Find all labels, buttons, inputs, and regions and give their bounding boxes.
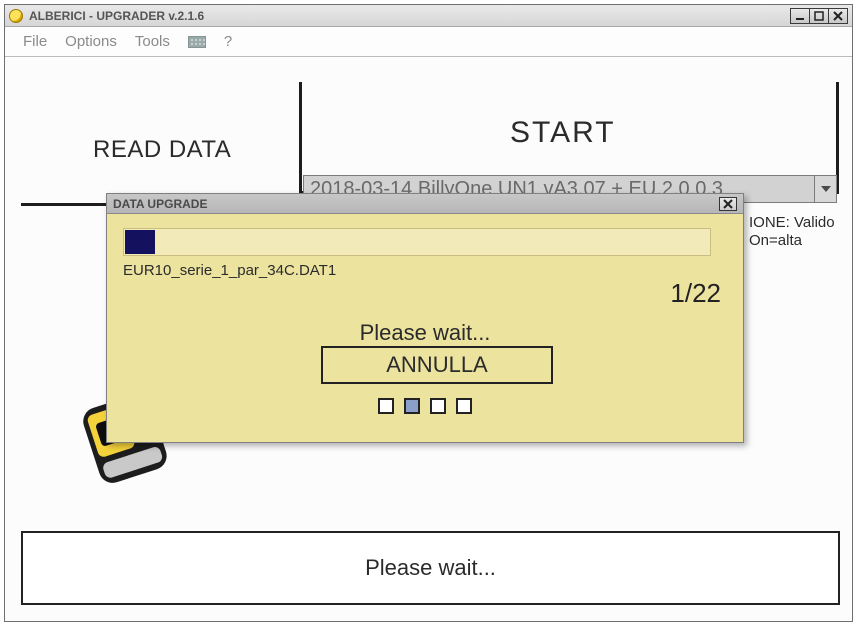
menu-file[interactable]: File (23, 33, 47, 50)
stage-indicators (107, 398, 743, 414)
dialog-title: DATA UPGRADE (113, 197, 719, 211)
bottom-status-text: Please wait... (365, 555, 496, 581)
step-counter: 1/22 (670, 278, 721, 309)
dialog-close-button[interactable] (719, 197, 737, 211)
progress-bar (123, 228, 711, 256)
status-line-2: On=alta (749, 232, 835, 250)
chevron-down-icon[interactable] (814, 176, 836, 202)
status-line-1: IONE: Valido (749, 214, 835, 232)
minimize-button[interactable] (790, 8, 810, 24)
bottom-status-panel: Please wait... (21, 531, 840, 605)
window-controls (791, 8, 848, 24)
stage-indicator-3 (430, 398, 446, 414)
menu-tools[interactable]: Tools (135, 33, 170, 50)
stage-indicator-4 (456, 398, 472, 414)
window-title: ALBERICI - UPGRADER v.2.1.6 (29, 9, 791, 23)
titlebar: ALBERICI - UPGRADER v.2.1.6 (5, 5, 852, 27)
please-wait-label: Please wait... (107, 320, 743, 346)
menubar: File Options Tools ? (5, 27, 852, 57)
start-button[interactable]: START (510, 116, 616, 150)
progress-fill (125, 230, 155, 254)
current-file-label: EUR10_serie_1_par_34C.DAT1 (123, 262, 727, 279)
maximize-button[interactable] (809, 8, 829, 24)
cancel-button-label: ANNULLA (386, 352, 487, 378)
dialog-body: EUR10_serie_1_par_34C.DAT1 1/22 Please w… (107, 214, 743, 442)
read-data-button[interactable]: READ DATA (93, 136, 231, 164)
stage-indicator-1 (378, 398, 394, 414)
stage-indicator-2 (404, 398, 420, 414)
language-flag-icon[interactable] (188, 36, 206, 48)
menu-options[interactable]: Options (65, 33, 117, 50)
close-button[interactable] (828, 8, 848, 24)
app-icon (9, 9, 23, 23)
peripheral-status: IONE: Valido On=alta (749, 214, 835, 250)
dialog-titlebar: DATA UPGRADE (107, 194, 743, 214)
cancel-button[interactable]: ANNULLA (321, 346, 553, 384)
menu-help[interactable]: ? (224, 33, 232, 50)
data-upgrade-dialog: DATA UPGRADE EUR10_serie_1_par_34C.DAT1 … (106, 193, 744, 443)
